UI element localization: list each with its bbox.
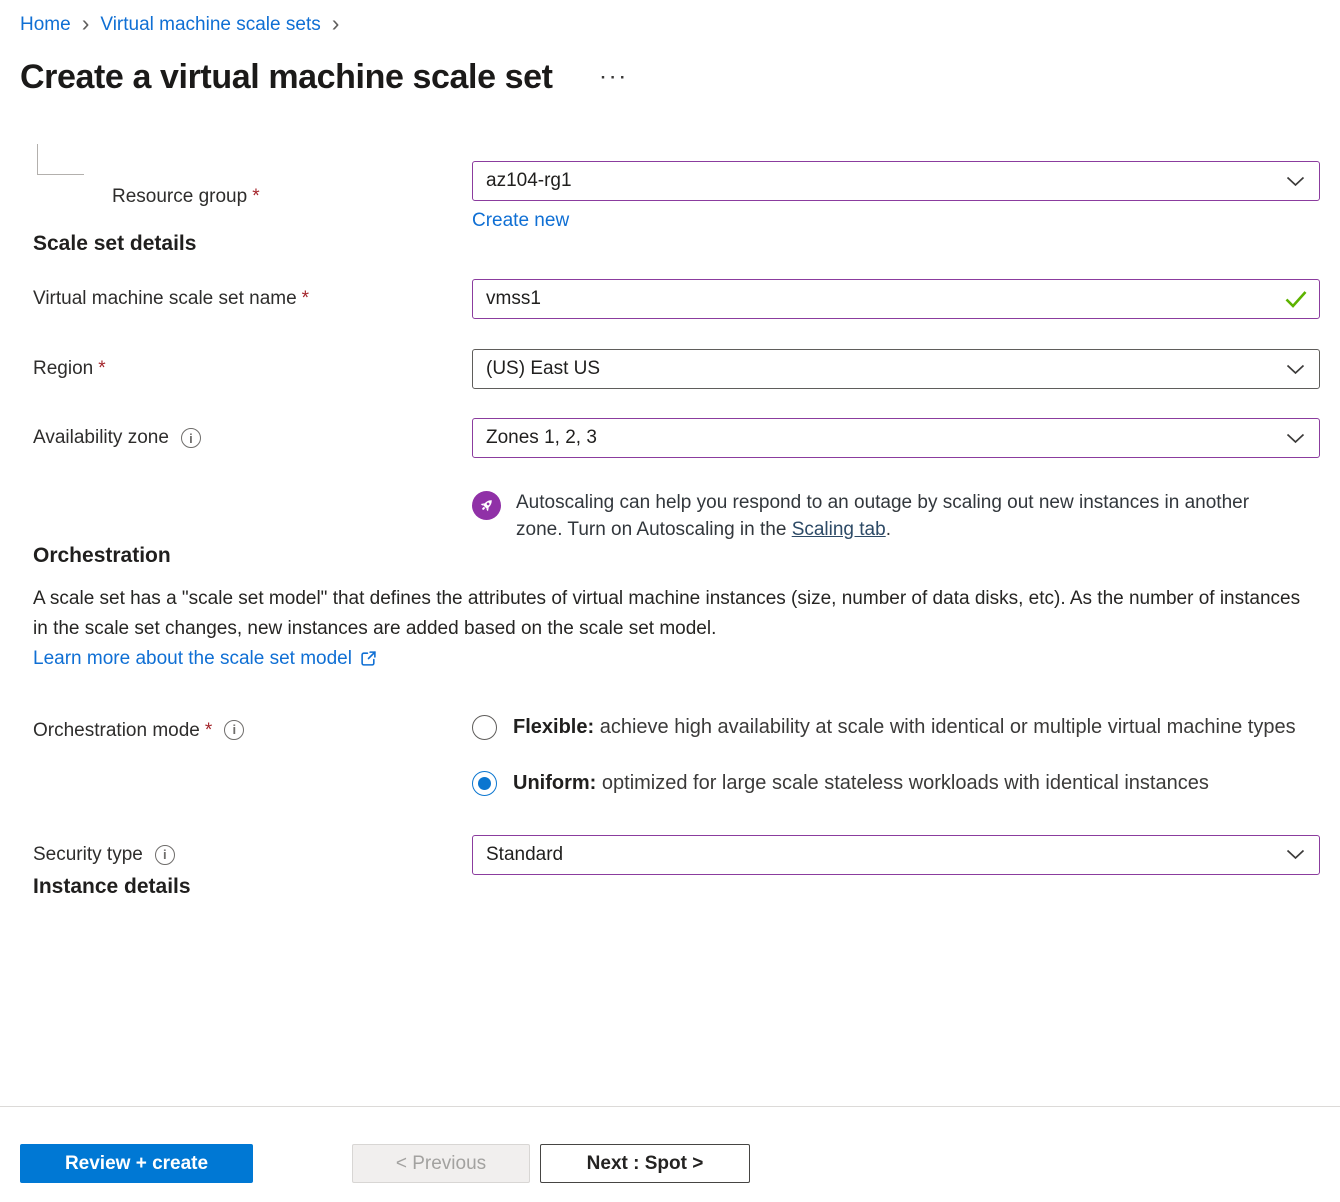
create-new-link[interactable]: Create new: [472, 210, 569, 232]
required-marker: *: [252, 186, 259, 208]
resource-group-label: Resource group: [112, 186, 247, 208]
title-row: Create a virtual machine scale set ···: [20, 58, 1320, 97]
region-dropdown[interactable]: (US) East US: [472, 349, 1320, 389]
security-type-dropdown[interactable]: Standard: [472, 835, 1320, 875]
radio-option-flexible[interactable]: Flexible: achieve high availability at s…: [472, 712, 1320, 743]
review-create-button[interactable]: Review + create: [20, 1144, 253, 1183]
required-marker: *: [302, 288, 309, 310]
info-icon[interactable]: i: [224, 720, 244, 740]
availability-zone-value: Zones 1, 2, 3: [486, 427, 597, 449]
resource-group-row: Resource group * az104-rg1 Create new: [20, 161, 1320, 232]
orchestration-mode-label: Orchestration mode: [33, 720, 200, 742]
vmss-name-label: Virtual machine scale set name: [33, 288, 297, 310]
page-content: Home › Virtual machine scale sets › Crea…: [0, 0, 1340, 1106]
radio-flexible-name: Flexible:: [513, 716, 594, 738]
radio-uniform-name: Uniform:: [513, 772, 596, 794]
orchestration-mode-row: Orchestration mode * i Flexible: achieve…: [20, 712, 1320, 799]
security-type-value: Standard: [486, 844, 563, 866]
scale-set-details-heading: Scale set details: [33, 232, 1320, 256]
breadcrumb-home-link[interactable]: Home: [20, 14, 71, 36]
validation-check-icon: [1284, 290, 1308, 309]
radio-button-flexible[interactable]: [472, 715, 497, 740]
chevron-down-icon: [1286, 364, 1305, 375]
autoscaling-note: Autoscaling can help you respond to an o…: [472, 490, 1320, 544]
availability-zone-row: Availability zone i Zones 1, 2, 3: [20, 418, 1320, 458]
more-options-icon[interactable]: ···: [601, 68, 630, 88]
next-spot-button[interactable]: Next : Spot >: [540, 1144, 750, 1183]
resource-group-dropdown[interactable]: az104-rg1: [472, 161, 1320, 201]
region-label: Region: [33, 358, 93, 380]
chevron-down-icon: [1286, 849, 1305, 860]
create-vmss-page: Home › Virtual machine scale sets › Crea…: [0, 0, 1340, 1202]
orchestration-heading: Orchestration: [33, 544, 1320, 568]
chevron-down-icon: [1286, 176, 1305, 187]
orchestration-description: A scale set has a "scale set model" that…: [33, 584, 1320, 645]
footer-bar: Review + create < Previous Next : Spot >: [0, 1106, 1340, 1202]
page-title: Create a virtual machine scale set: [20, 58, 553, 97]
autoscaling-note-text: Autoscaling can help you respond to an o…: [516, 490, 1264, 544]
resource-group-value: az104-rg1: [486, 170, 572, 192]
learn-more-link[interactable]: Learn more about the scale set model: [33, 648, 377, 670]
availability-zone-label: Availability zone: [33, 427, 169, 449]
availability-zone-dropdown[interactable]: Zones 1, 2, 3: [472, 418, 1320, 458]
radio-label-flexible: Flexible: achieve high availability at s…: [513, 712, 1296, 743]
info-icon[interactable]: i: [181, 428, 201, 448]
region-row: Region * (US) East US: [20, 349, 1320, 389]
radio-uniform-description: optimized for large scale stateless work…: [596, 772, 1209, 794]
vmss-name-row: Virtual machine scale set name *: [20, 279, 1320, 319]
security-type-row: Security type i Standard: [20, 835, 1320, 875]
note-text-after: .: [886, 519, 891, 540]
resource-group-label-col: Resource group *: [20, 161, 472, 232]
scaling-tab-link[interactable]: Scaling tab: [792, 519, 886, 540]
vmss-name-input[interactable]: [472, 279, 1320, 319]
indent-connector: [37, 144, 84, 175]
breadcrumb-vmss-link[interactable]: Virtual machine scale sets: [100, 14, 320, 36]
radio-label-uniform: Uniform: optimized for large scale state…: [513, 768, 1209, 799]
required-marker: *: [205, 720, 212, 742]
info-icon[interactable]: i: [155, 845, 175, 865]
learn-more-label: Learn more about the scale set model: [33, 648, 352, 670]
radio-button-uniform[interactable]: [472, 771, 497, 796]
breadcrumb-separator-icon: ›: [82, 12, 90, 38]
chevron-down-icon: [1286, 433, 1305, 444]
region-value: (US) East US: [486, 358, 600, 380]
breadcrumb: Home › Virtual machine scale sets ›: [20, 0, 1320, 38]
orchestration-mode-radio-group: Flexible: achieve high availability at s…: [472, 712, 1320, 799]
radio-flexible-description: achieve high availability at scale with …: [594, 716, 1295, 738]
radio-option-uniform[interactable]: Uniform: optimized for large scale state…: [472, 768, 1320, 799]
external-link-icon: [360, 650, 377, 667]
breadcrumb-separator-icon: ›: [332, 12, 340, 38]
instance-details-heading: Instance details: [33, 875, 1320, 899]
required-marker: *: [98, 358, 105, 380]
previous-button[interactable]: < Previous: [352, 1144, 530, 1183]
security-type-label: Security type: [33, 844, 143, 866]
rocket-icon: [472, 491, 501, 520]
